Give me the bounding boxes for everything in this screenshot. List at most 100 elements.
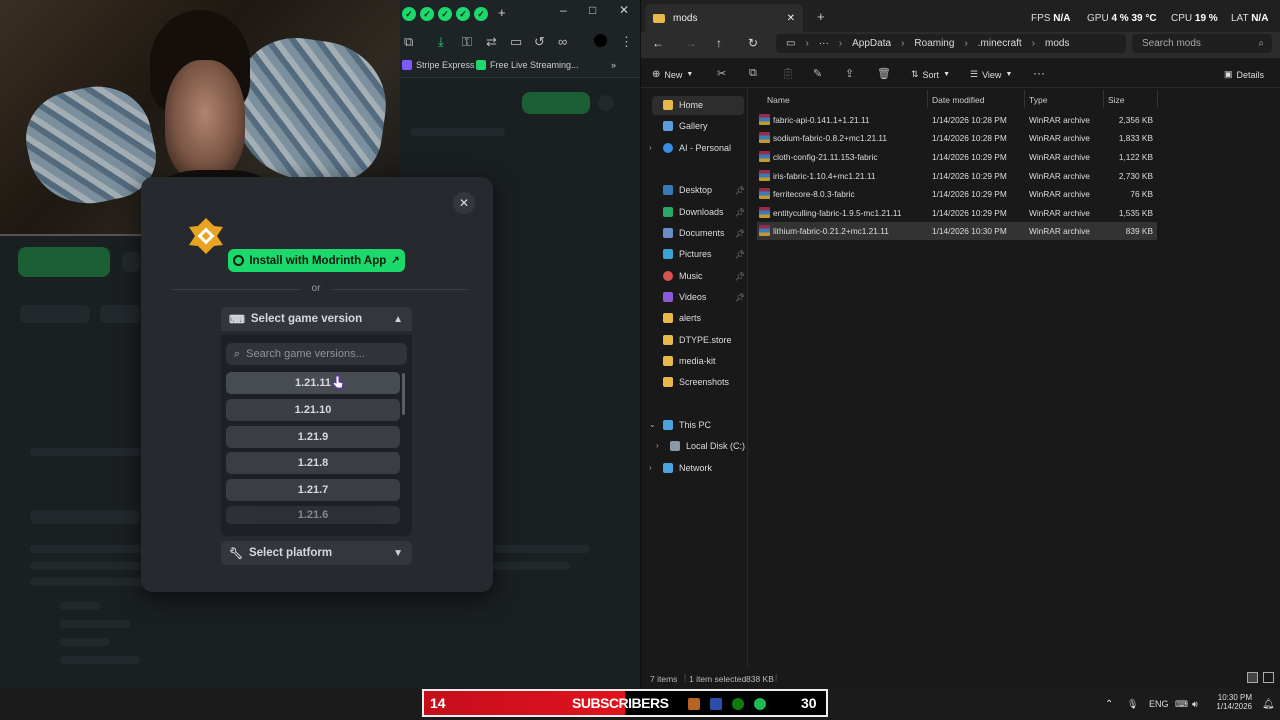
clock[interactable]: 10:30 PM 1/14/2026 — [1214, 693, 1252, 711]
forward-icon[interactable]: → — [685, 36, 697, 50]
version-scrollbar[interactable] — [402, 373, 405, 415]
file-row[interactable]: ferritecore-8.0.3-fabric 1/14/2026 10:29… — [757, 185, 1157, 203]
nav-item-gallery[interactable]: Gallery — [663, 121, 708, 131]
view-button[interactable]: ☰ View ▼ — [970, 69, 1012, 80]
column-header-date[interactable]: Date modified — [932, 95, 984, 105]
file-row[interactable]: sodium-fabric-0.8.2+mc1.21.11 1/14/2026 … — [757, 129, 1157, 147]
nav-item-pictures[interactable]: Pictures — [663, 249, 712, 259]
version-option[interactable]: 1.21.7 — [226, 479, 400, 501]
sort-button[interactable]: ⇅ Sort ▼ — [911, 69, 950, 80]
link-icon[interactable]: ∞ — [558, 34, 567, 49]
translate-icon[interactable]: ⇄ — [486, 34, 497, 50]
nav-item-onedrive[interactable]: AI - Personal — [663, 143, 731, 153]
column-separator[interactable] — [1024, 90, 1025, 108]
app-icon[interactable] — [688, 698, 700, 710]
column-separator[interactable] — [1157, 90, 1158, 108]
nav-item-this-pc[interactable]: This PC — [663, 420, 711, 430]
file-row[interactable]: entityculling-fabric-1.9.5-mc1.21.11 1/1… — [757, 204, 1157, 222]
modrinth-tab-icon[interactable]: ✓ — [420, 7, 434, 21]
details-view-icon[interactable] — [1247, 672, 1258, 683]
maximize-icon[interactable]: □ — [589, 3, 596, 17]
address-bar[interactable]: ▭ › ··· › AppData › Roaming › .minecraft… — [776, 34, 1126, 53]
nav-item-dtype[interactable]: DTYPE.store — [663, 335, 732, 345]
new-button[interactable]: ⊕ New ▼ — [652, 69, 693, 80]
modrinth-tab-icon[interactable]: ✓ — [456, 7, 470, 21]
close-tab-icon[interactable]: ✕ — [787, 13, 795, 24]
network-tray-icon[interactable]: ⌨ — [1175, 699, 1188, 710]
menu-icon[interactable]: ⋮ — [620, 34, 633, 50]
share-icon[interactable]: ⇪ — [845, 67, 854, 80]
search-mods-input[interactable]: Search mods ⌕ — [1132, 34, 1272, 53]
nav-item-desktop[interactable]: Desktop — [663, 185, 712, 195]
new-tab-icon[interactable]: + — [817, 9, 825, 24]
minimize-icon[interactable]: – — [560, 3, 567, 17]
nav-item-network[interactable]: Network — [663, 463, 712, 473]
expand-chevron-icon[interactable]: › — [649, 463, 652, 472]
download-icon[interactable]: ⤓ — [438, 34, 444, 50]
version-option[interactable]: 1.21.8 — [226, 452, 400, 474]
card-icon[interactable]: ▭ — [510, 34, 522, 50]
cut-icon[interactable]: ✂ — [717, 67, 726, 80]
more-options-icon[interactable]: ··· — [1033, 66, 1045, 80]
select-platform-dropdown[interactable]: 🔧︎ Select platform ▼ — [221, 541, 412, 565]
refresh-icon[interactable]: ↻ — [748, 36, 758, 50]
rename-icon[interactable]: ✎ — [813, 67, 822, 80]
version-option[interactable]: 1.21.11 — [226, 372, 400, 394]
close-window-icon[interactable]: ✕ — [619, 3, 629, 17]
history-icon[interactable]: ↺ — [534, 34, 545, 50]
file-row[interactable]: fabric-api-0.141.1+1.21.11 1/14/2026 10:… — [757, 111, 1157, 129]
breadcrumb-item[interactable]: Roaming — [914, 38, 954, 49]
xbox-icon[interactable] — [732, 698, 744, 710]
version-option[interactable]: 1.21.9 — [226, 426, 400, 448]
bookmark-streaming[interactable]: Free Live Streaming... — [476, 60, 579, 70]
delete-icon[interactable]: 🗑︎ — [877, 67, 891, 80]
column-header-type[interactable]: Type — [1029, 95, 1047, 105]
column-header-name[interactable]: Name — [767, 95, 790, 105]
new-tab-icon[interactable]: + — [498, 5, 506, 20]
nav-item-downloads[interactable]: Downloads — [663, 207, 724, 217]
file-row-selected[interactable]: lithium-fabric-0.21.2+mc1.21.11 1/14/202… — [757, 222, 1157, 240]
breadcrumb-item[interactable]: AppData — [852, 38, 891, 49]
notification-icon[interactable]: 🔔︎ — [1262, 699, 1275, 710]
back-icon[interactable]: ← — [652, 36, 664, 50]
nav-item-alerts[interactable]: alerts — [663, 313, 701, 323]
install-with-modrinth-button[interactable]: Install with Modrinth App ↗ — [228, 249, 405, 272]
nav-item-local-disk[interactable]: Local Disk (C:) — [670, 441, 745, 451]
expand-chevron-icon[interactable]: › — [649, 143, 652, 152]
explorer-tab[interactable]: mods ✕ — [645, 4, 803, 32]
tiles-view-icon[interactable] — [1263, 672, 1274, 683]
spotify-icon[interactable] — [754, 698, 766, 710]
bookmark-stripe[interactable]: Stripe Express — [402, 60, 475, 70]
column-separator[interactable] — [927, 90, 928, 108]
select-game-version-dropdown[interactable]: ⌨ Select game version ▲ — [221, 307, 412, 331]
nav-item-home[interactable]: Home — [663, 100, 703, 110]
collapse-chevron-icon[interactable]: ⌄ — [649, 420, 656, 429]
paste-icon[interactable]: 📋︎ — [781, 67, 795, 80]
breadcrumb-item[interactable]: .minecraft — [978, 38, 1022, 49]
profile-avatar-icon[interactable] — [594, 34, 607, 47]
copy-icon[interactable]: ⧉ — [749, 67, 757, 80]
nav-item-screenshots[interactable]: Screenshots — [663, 377, 729, 387]
nav-item-media-kit[interactable]: media-kit — [663, 356, 716, 366]
up-icon[interactable]: ↑ — [716, 36, 722, 50]
nav-item-music[interactable]: Music — [663, 271, 703, 281]
version-option[interactable]: 1.21.10 — [226, 399, 400, 421]
version-option[interactable]: 1.21.6 — [226, 506, 400, 524]
more-bookmarks-icon[interactable]: » — [611, 60, 616, 70]
tray-overflow-icon[interactable]: ⌃ — [1105, 699, 1113, 710]
expand-chevron-icon[interactable]: › — [656, 441, 659, 450]
key-icon[interactable]: ⚿ — [462, 34, 472, 50]
search-game-versions-input[interactable]: ⌕ Search game versions... — [226, 343, 407, 365]
close-modal-button[interactable]: ✕ — [453, 192, 475, 214]
nav-item-documents[interactable]: Documents — [663, 228, 725, 238]
column-header-size[interactable]: Size — [1108, 95, 1125, 105]
file-row[interactable]: cloth-config-21.11.153-fabric 1/14/2026 … — [757, 148, 1157, 166]
app-icon[interactable] — [710, 698, 722, 710]
file-row[interactable]: iris-fabric-1.10.4+mc1.21.11 1/14/2026 1… — [757, 167, 1157, 185]
extensions-icon[interactable]: ⧉ — [404, 34, 413, 50]
details-button[interactable]: ▣ Details — [1224, 69, 1264, 80]
breadcrumb-item[interactable]: mods — [1045, 38, 1069, 49]
modrinth-tab-icon[interactable]: ✓ — [438, 7, 452, 21]
modrinth-tab-icon[interactable]: ✓ — [402, 7, 416, 21]
column-separator[interactable] — [1103, 90, 1104, 108]
